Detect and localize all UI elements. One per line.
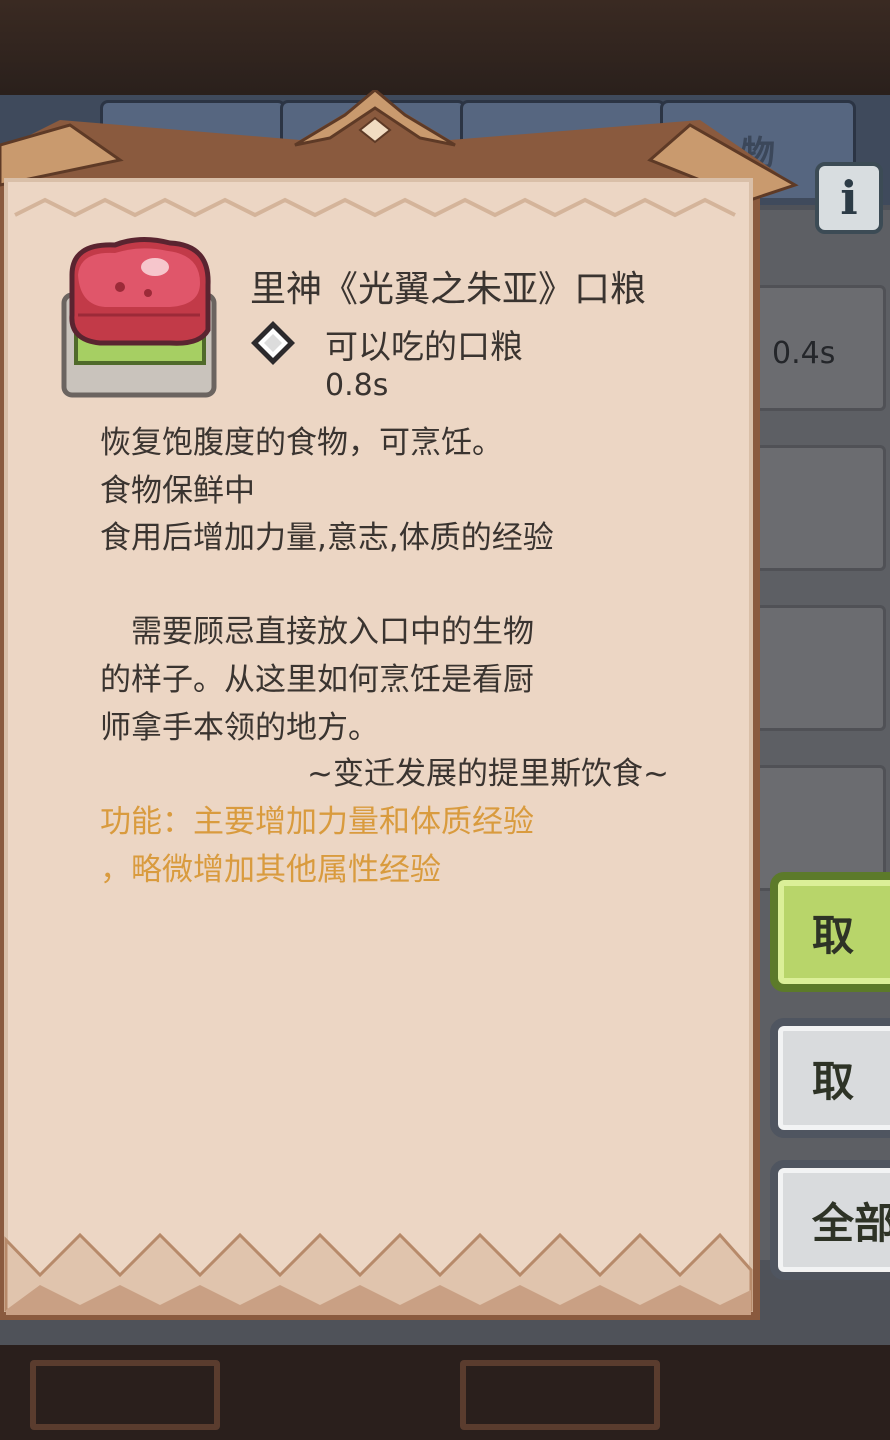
take-label: 取 — [812, 1056, 855, 1106]
description-line: 恢复饱腹度的食物，可烹饪。 — [100, 425, 503, 461]
function-line: ，略微增加其他属性经验 — [100, 852, 441, 888]
item-category: 可以吃的口粮 — [325, 327, 523, 366]
flavor-line: 师拿手本领的地方。 — [100, 710, 379, 746]
item-time: 0.8s — [325, 368, 389, 403]
furniture-table — [30, 1360, 220, 1430]
take-one-label: 取 — [812, 910, 855, 960]
description-line: 食物保鲜中 — [100, 473, 255, 509]
flavor-line: 的样子。从这里如何烹饪是看厨 — [100, 662, 534, 698]
meat-steak-icon — [61, 237, 217, 398]
item-name: 里神《光翼之朱亚》口粮 — [250, 269, 647, 310]
scene-top — [0, 0, 890, 95]
item-tooltip: 里神《光翼之朱亚》口粮 可以吃的口粮 0.8s 恢复饱腹度的食物，可烹饪。 食物… — [0, 90, 800, 1335]
info-button[interactable]: i — [815, 162, 883, 234]
take-all-label: 全部 — [812, 1198, 890, 1248]
description-line: 食用后增加力量,意志,体质的经验 — [100, 520, 554, 556]
diamond-icon — [251, 321, 295, 365]
furniture-shelf — [460, 1360, 660, 1430]
flavor-line: 需要顾忌直接放入口中的生物 — [100, 614, 534, 650]
flavor-source: ~变迁发展的提里斯饮食~ — [307, 756, 669, 792]
function-line: 功能：主要增加力量和体质经验 — [100, 804, 534, 840]
info-icon: i — [840, 171, 858, 225]
